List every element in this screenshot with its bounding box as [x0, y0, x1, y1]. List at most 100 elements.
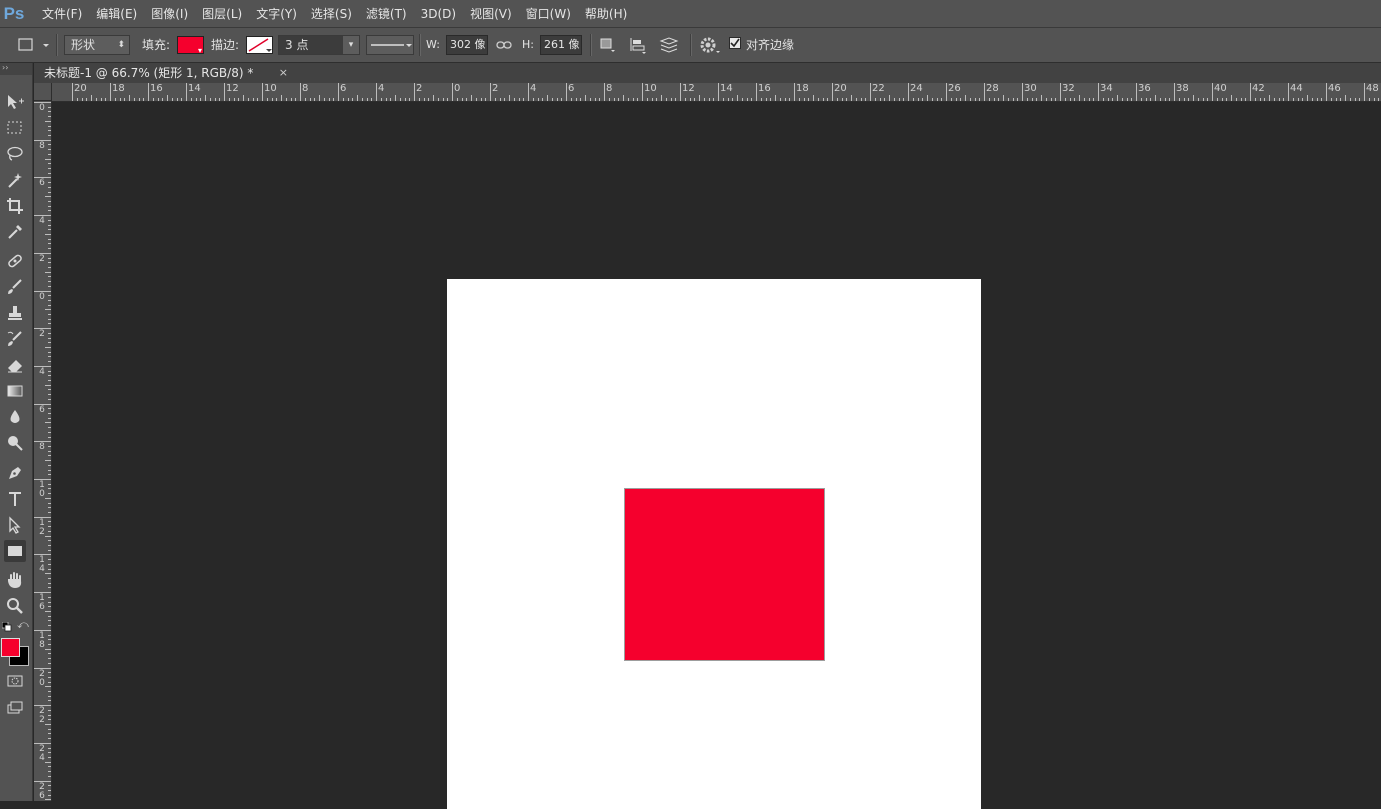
menu-type[interactable]: 文字(Y) — [256, 5, 297, 22]
close-tab-button[interactable]: × — [279, 63, 288, 83]
mode-select[interactable]: 形状 ⬍ — [64, 35, 130, 55]
blur-tool-icon[interactable] — [4, 406, 26, 428]
magic-wand-tool-icon[interactable] — [4, 169, 26, 191]
ruler-minor-tick — [447, 98, 449, 101]
ruler-minor-tick — [1088, 98, 1090, 101]
ruler-minor-tick — [48, 262, 51, 264]
red-rectangle-shape[interactable] — [624, 488, 825, 661]
menu-window[interactable]: 窗口(W) — [526, 5, 571, 22]
dodge-tool-icon[interactable] — [4, 432, 26, 454]
hand-tool-icon[interactable] — [4, 569, 26, 591]
brush-tool-icon[interactable] — [4, 276, 26, 298]
tool-preset-picker[interactable] — [14, 35, 52, 55]
ruler-minor-tick — [751, 98, 753, 101]
rectangle-tool-icon[interactable] — [4, 540, 26, 562]
vertical-ruler[interactable]: 0 8 6 4 2 0 2 4 6 8 10 12 14 16 18 20 22 24 26 — [34, 101, 52, 801]
pen-tool-icon[interactable] — [4, 462, 26, 484]
stroke-type-select[interactable] — [366, 35, 414, 55]
path-arrangement-icon[interactable] — [658, 35, 680, 55]
document-tab[interactable]: 未标题-1 @ 66.7% (矩形 1, RGB/8) * × — [34, 63, 288, 83]
ruler-minor-tick — [608, 98, 610, 101]
zoom-tool-icon[interactable] — [4, 595, 26, 617]
ruler-minor-tick — [466, 98, 468, 101]
ruler-minor-tick — [1345, 95, 1346, 101]
path-operations-icon[interactable] — [598, 35, 618, 55]
menu-file[interactable]: 文件(F) — [42, 5, 82, 22]
type-tool-icon[interactable] — [4, 488, 26, 510]
ruler-minor-tick — [48, 257, 51, 259]
ruler-label: 40 — [1214, 83, 1227, 94]
marquee-tool-icon[interactable] — [4, 117, 26, 139]
ruler-minor-tick — [699, 95, 700, 101]
ruler-origin[interactable] — [34, 83, 52, 101]
document-canvas[interactable] — [447, 279, 981, 809]
ruler-minor-tick — [48, 563, 51, 565]
lasso-tool-icon[interactable] — [4, 143, 26, 165]
healing-brush-tool-icon[interactable] — [4, 250, 26, 272]
ruler-minor-tick — [613, 98, 615, 101]
fill-color-swatch[interactable]: ▾ — [177, 36, 204, 55]
swap-colors-icon[interactable]: ⤺ — [17, 619, 29, 631]
quick-mask-icon[interactable] — [4, 670, 26, 692]
menu-layer[interactable]: 图层(L) — [202, 5, 242, 22]
menu-select[interactable]: 选择(S) — [311, 5, 352, 22]
menu-help[interactable]: 帮助(H) — [585, 5, 627, 22]
ruler-minor-tick — [45, 610, 51, 612]
path-selection-tool-icon[interactable] — [4, 514, 26, 536]
collapse-toolbox-icon[interactable]: ›› — [0, 63, 32, 75]
ruler-minor-tick — [865, 98, 867, 101]
ruler-minor-tick — [48, 266, 51, 268]
ruler-minor-tick — [746, 98, 748, 101]
eyedropper-tool-icon[interactable] — [4, 221, 26, 243]
clone-stamp-tool-icon[interactable] — [4, 302, 26, 324]
stroke-width-field[interactable]: 3 点 ▾ — [278, 35, 360, 55]
screen-mode-icon[interactable] — [4, 697, 26, 719]
default-colors-icon[interactable] — [1, 621, 12, 632]
ruler-minor-tick — [48, 413, 51, 415]
history-brush-tool-icon[interactable] — [4, 328, 26, 350]
eraser-tool-icon[interactable] — [4, 354, 26, 376]
height-field[interactable]: 261 像 — [540, 35, 582, 55]
gear-icon[interactable] — [698, 35, 722, 55]
width-field[interactable]: 302 像 — [446, 35, 488, 55]
ruler-minor-tick — [917, 98, 919, 101]
ruler-major-tick — [72, 83, 73, 101]
menu-image[interactable]: 图像(I) — [151, 5, 188, 22]
menu-filter[interactable]: 滤镜(T) — [366, 5, 407, 22]
stroke-color-swatch[interactable] — [246, 36, 273, 54]
move-tool-icon[interactable] — [4, 91, 26, 113]
horizontal-ruler[interactable]: 20 18 16 14 12 10 8 6 4 2 0 2 4 6 8 10 12 14 16 18 20 22 24 26 2… — [52, 83, 1381, 102]
ruler-minor-tick — [304, 98, 306, 101]
ruler-minor-tick — [48, 625, 51, 627]
ruler-minor-tick — [48, 370, 51, 372]
ruler-major-tick — [1212, 83, 1213, 101]
ruler-label: 6 — [340, 83, 347, 94]
ruler-minor-tick — [48, 771, 51, 773]
ruler-minor-tick — [309, 98, 311, 101]
ruler-minor-tick — [741, 98, 743, 101]
path-alignment-icon[interactable] — [628, 35, 648, 55]
ruler-minor-tick — [1269, 95, 1270, 101]
ruler-major-tick — [376, 83, 377, 101]
ruler-minor-tick — [523, 98, 525, 101]
ruler-minor-tick — [48, 620, 51, 622]
ruler-minor-tick — [770, 98, 772, 101]
foreground-color-swatch[interactable] — [1, 638, 20, 657]
link-icon[interactable] — [495, 35, 513, 55]
menu-view[interactable]: 视图(V) — [470, 5, 512, 22]
ruler-minor-tick — [1311, 98, 1313, 101]
gradient-tool-icon[interactable] — [4, 380, 26, 402]
menu-3d[interactable]: 3D(D) — [421, 7, 456, 21]
ruler-minor-tick — [45, 724, 51, 726]
crop-tool-icon[interactable] — [4, 195, 26, 217]
align-edges-checkbox[interactable] — [729, 37, 741, 49]
ruler-minor-tick — [836, 98, 838, 101]
ruler-minor-tick — [48, 658, 51, 660]
menu-edit[interactable]: 编辑(E) — [96, 5, 137, 22]
ruler-minor-tick — [1264, 98, 1266, 101]
ruler-label: 16 — [758, 83, 771, 94]
ruler-minor-tick — [599, 98, 601, 101]
ruler-minor-tick — [1202, 98, 1204, 101]
ruler-minor-tick — [675, 98, 677, 101]
dropdown-arrow-icon[interactable]: ▾ — [343, 36, 359, 54]
